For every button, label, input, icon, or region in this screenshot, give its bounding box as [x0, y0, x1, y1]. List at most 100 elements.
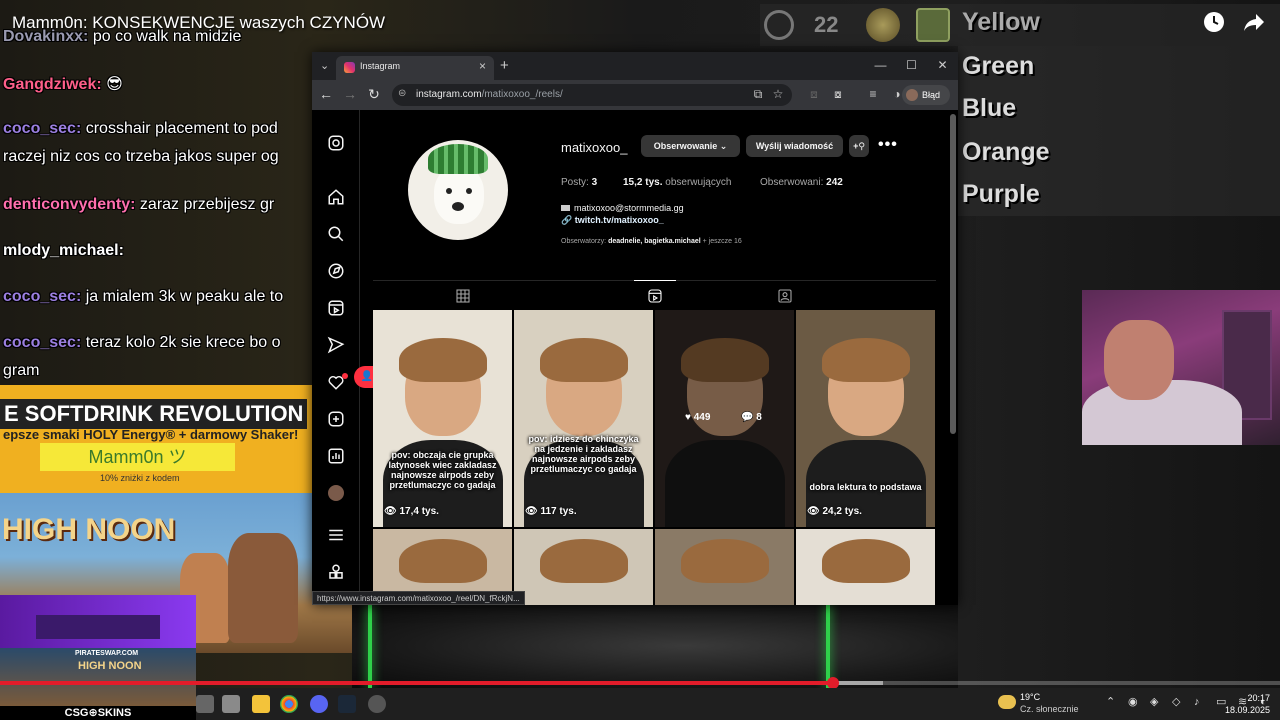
windows-taskbar: 19°C Cz. słonecznie ⌃ ◉ ◈ ◇ ♪ ▭ ≋ ◐ 20:1…: [196, 688, 1280, 720]
posts-stat: Posty: 3: [561, 177, 597, 188]
bookmark-star-icon[interactable]: ☆: [770, 87, 786, 101]
watch-later-icon[interactable]: [1202, 10, 1226, 34]
discord-icon[interactable]: [310, 695, 328, 713]
chat-username[interactable]: coco_sec:: [3, 288, 81, 305]
tab-posts-grid-icon[interactable]: [455, 288, 471, 304]
posts-count: 3: [591, 177, 598, 188]
obs-icon[interactable]: [368, 695, 386, 713]
followed-by-names: deadnelie, bagietka.michael: [608, 238, 701, 245]
reel-thumbnail[interactable]: [514, 529, 653, 605]
error-label: Błąd: [922, 90, 941, 100]
chat-username[interactable]: Dovakinxx:: [3, 28, 88, 45]
reel-thumbnail[interactable]: pov: obczaja cie grupka latynosek wiec z…: [373, 310, 512, 527]
meta-apps-icon[interactable]: [327, 563, 345, 581]
softdrink-ad: E SOFTDRINK REVOLUTION epsze smaki HOLY …: [0, 385, 312, 493]
instagram-logo-icon[interactable]: [327, 134, 345, 152]
install-app-icon[interactable]: ⧉: [750, 87, 766, 102]
close-window-icon[interactable]: ✕: [927, 52, 958, 78]
banner-box: [36, 615, 160, 639]
widget-icon[interactable]: [222, 695, 240, 713]
address-bar[interactable]: ⊜ instagram.com/matixoxoo_/reels/ ⧉ ☆: [392, 84, 792, 106]
followed-by[interactable]: Obserwatorzy: deadnelie, bagietka.michae…: [561, 238, 742, 245]
search-icon[interactable]: [327, 225, 345, 243]
minimize-icon[interactable]: —: [865, 52, 896, 78]
chat-username[interactable]: coco_sec:: [3, 334, 81, 351]
reel-views: 👁 17,4 tys.: [384, 506, 439, 517]
instagram-favicon-icon: [344, 62, 355, 73]
profile-picture[interactable]: [408, 140, 508, 240]
send-message-button[interactable]: Wyślij wiadomość: [746, 135, 843, 157]
clock-date: 18.09.2025: [1224, 705, 1270, 715]
instagram-page: 👤 2 matixoxoo_ Obserwowanie ⌄ Wyślij wia…: [312, 110, 958, 605]
reel-caption: pov: obczaja cie grupka latynosek wiec z…: [388, 450, 497, 490]
share-icon[interactable]: [1242, 10, 1266, 34]
extension-icon[interactable]: ⧈: [806, 87, 822, 102]
taskview-icon[interactable]: [196, 695, 214, 713]
tab-title: Instagram: [360, 61, 401, 71]
microphone-icon[interactable]: ♪: [1194, 696, 1206, 708]
reel-figure: [822, 338, 910, 382]
tray-chevron-icon[interactable]: ⌃: [1106, 696, 1118, 708]
team-blue: Blue: [962, 94, 1017, 122]
page-scrollbar[interactable]: [950, 114, 956, 434]
link-icon: 🔗: [561, 215, 575, 225]
reel-thumbnail[interactable]: [796, 529, 935, 605]
extensions-puzzle-icon[interactable]: ⧇: [830, 87, 846, 102]
rank-badge-icon: [866, 8, 900, 42]
reel-thumbnail[interactable]: dobra lektura to podstawa 👁 24,2 tys.: [796, 310, 935, 527]
chat-username[interactable]: denticonvydenty:: [3, 196, 135, 213]
window-controls: — ☐ ✕: [865, 52, 958, 78]
reel-thumbnail[interactable]: ♥ 449 💬 8: [655, 310, 794, 527]
reload-icon[interactable]: ↻: [365, 86, 383, 103]
followed-by-label: Obserwatorzy:: [561, 238, 607, 245]
reel-thumbnail[interactable]: [655, 529, 794, 605]
profile-error-button[interactable]: Błąd ⋮: [902, 85, 950, 120]
following-button[interactable]: Obserwowanie ⌄: [641, 135, 740, 157]
team-yellow: Yellow: [962, 8, 1040, 36]
new-tab-icon[interactable]: +: [500, 57, 509, 74]
menu-icon[interactable]: [327, 526, 345, 544]
profile-avatar[interactable]: [328, 485, 344, 501]
tab-instagram[interactable]: Instagram ×: [336, 56, 494, 80]
reel-figure: [540, 338, 628, 382]
suggest-user-icon[interactable]: +⚲: [849, 135, 869, 157]
chat-username[interactable]: coco_sec:: [3, 120, 81, 137]
video-progress-bar[interactable]: [0, 677, 1280, 689]
reels-icon[interactable]: [327, 299, 345, 317]
views-count: 17,4 tys.: [399, 506, 439, 517]
reel-hover-overlay: ♥ 449 💬 8: [655, 310, 794, 527]
messages-icon[interactable]: [327, 336, 345, 354]
steam-icon[interactable]: [338, 695, 356, 713]
close-tab-icon[interactable]: ×: [479, 59, 486, 73]
back-icon[interactable]: ←: [317, 86, 335, 102]
tab-reels-icon[interactable]: [647, 288, 663, 304]
site-info-icon[interactable]: ⊜: [398, 88, 410, 100]
tab-tagged-icon[interactable]: [777, 288, 793, 304]
media-control-icon[interactable]: ≡: [865, 87, 881, 101]
following-stat[interactable]: Obserwowani: 242: [760, 177, 843, 188]
more-options-icon[interactable]: •••: [878, 136, 898, 154]
explore-icon[interactable]: [327, 262, 345, 280]
maximize-icon[interactable]: ☐: [896, 52, 927, 78]
reel-thumbnail[interactable]: pov: idziesz do chinczyka na jedzenie i …: [514, 310, 653, 527]
reel-figure: [399, 338, 487, 382]
profile-link[interactable]: 🔗 twitch.tv/matixoxoo_: [561, 215, 664, 226]
file-explorer-icon[interactable]: [252, 695, 270, 713]
network-tray-icon[interactable]: ◇: [1172, 696, 1184, 708]
taskbar-clock[interactable]: 20:17 18.09.2025: [1225, 692, 1270, 716]
forward-icon[interactable]: →: [341, 86, 359, 102]
followers-stat[interactable]: 15,2 tys. obserwujących: [623, 177, 731, 188]
create-icon[interactable]: [327, 410, 345, 428]
thumb-title: HIGH NOON: [78, 660, 142, 672]
chrome-icon[interactable]: [280, 695, 298, 713]
discord-tray-icon[interactable]: ◉: [1128, 696, 1140, 708]
chat-username[interactable]: Gangdziwek:: [3, 76, 102, 93]
chat-username[interactable]: mlody_michael:: [3, 242, 124, 259]
steam-tray-icon[interactable]: ◈: [1150, 696, 1162, 708]
hud-count: 22: [814, 12, 839, 37]
tab-search-icon[interactable]: ⌄: [320, 59, 329, 72]
home-icon[interactable]: [327, 188, 345, 206]
green-light: [368, 604, 372, 688]
profile-email: matixoxoo@stormmedia.gg: [561, 203, 684, 213]
dashboard-icon[interactable]: [327, 447, 345, 465]
